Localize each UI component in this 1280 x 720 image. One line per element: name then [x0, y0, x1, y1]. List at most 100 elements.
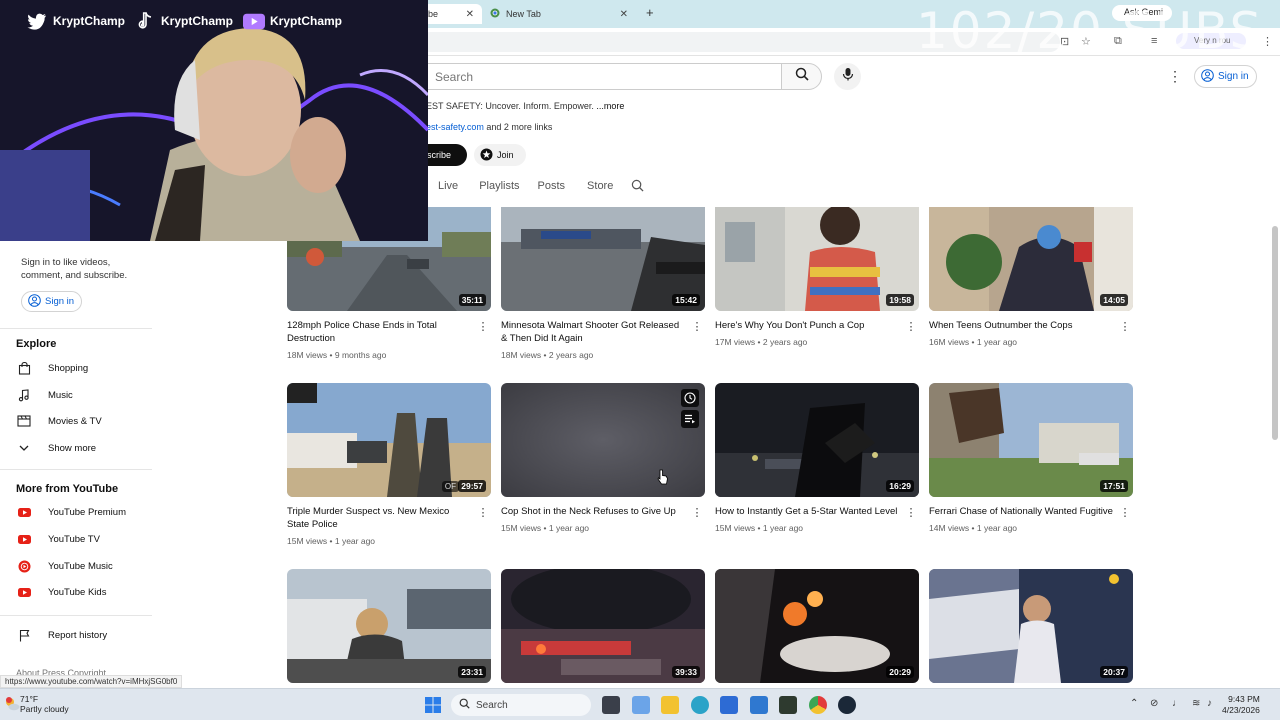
- video-meta: 18M views • 2 years ago: [501, 350, 594, 360]
- video-thumbnail[interactable]: 17:51: [929, 383, 1133, 497]
- sidebar-item-youtube-music[interactable]: YouTube Music: [16, 557, 146, 575]
- add-to-queue-icon[interactable]: [681, 410, 699, 428]
- video-title[interactable]: When Teens Outnumber the Cops: [929, 319, 1114, 332]
- volume-icon[interactable]: ♪: [1207, 698, 1212, 709]
- settings-menu-icon[interactable]: ⋮: [1168, 68, 1182, 85]
- video-thumbnail[interactable]: 20:29: [715, 569, 919, 683]
- search-icon: [459, 698, 470, 712]
- more-link[interactable]: ...more: [596, 101, 624, 111]
- video-thumbnail[interactable]: 23:31: [287, 569, 491, 683]
- channel-search-icon[interactable]: [631, 179, 644, 202]
- chrome-app-icon[interactable]: [809, 696, 827, 714]
- sidebar-item-shopping[interactable]: Shopping: [16, 359, 146, 377]
- video-options-icon[interactable]: ⋮: [477, 506, 489, 519]
- video-options-icon[interactable]: ⋮: [905, 320, 917, 333]
- tab-live[interactable]: Live: [438, 180, 458, 202]
- steam-app-icon[interactable]: [838, 696, 856, 714]
- video-duration: 20:29: [886, 666, 914, 678]
- video-options-icon[interactable]: ⋮: [1119, 320, 1131, 333]
- tray-expand-icon[interactable]: ⌃: [1130, 698, 1138, 709]
- sidebar-item-show-more[interactable]: Show more: [16, 439, 146, 457]
- search-button[interactable]: [781, 63, 822, 90]
- clock[interactable]: 9:43 PM 4/23/2026: [1222, 694, 1260, 716]
- video-thumbnail[interactable]: [501, 383, 705, 497]
- video-card[interactable]: 39:33: [501, 569, 705, 683]
- youtube-music-icon: [16, 559, 32, 573]
- video-thumbnail[interactable]: OF 29:57: [287, 383, 491, 497]
- video-thumbnail[interactable]: 20:37: [929, 569, 1133, 683]
- terminal-app-icon[interactable]: [779, 696, 797, 714]
- search-input[interactable]: Search: [421, 63, 781, 90]
- outlook-app-icon[interactable]: [750, 696, 768, 714]
- new-tab-button[interactable]: +: [646, 5, 654, 20]
- video-card[interactable]: Cop Shot in the Neck Refuses to Give Up …: [501, 383, 705, 533]
- video-thumbnail[interactable]: 39:33: [501, 569, 705, 683]
- close-tab-icon[interactable]: ✕: [466, 9, 474, 20]
- video-options-icon[interactable]: ⋮: [691, 320, 703, 333]
- header-signin-button[interactable]: Sign in: [1194, 65, 1257, 88]
- weather-condition: Partly cloudy: [20, 704, 69, 714]
- join-star-icon: [480, 148, 493, 163]
- webcam-overlay: KryptChamp KryptChamp KryptChamp: [0, 0, 428, 241]
- file-explorer-icon[interactable]: [661, 696, 679, 714]
- video-card[interactable]: 14:05 When Teens Outnumber the Cops ⋮ 16…: [929, 207, 1133, 347]
- video-options-icon[interactable]: ⋮: [1119, 506, 1131, 519]
- video-card[interactable]: 17:51 Ferrari Chase of Nationally Wanted…: [929, 383, 1133, 533]
- video-title[interactable]: 128mph Police Chase Ends in Total Destru…: [287, 319, 472, 345]
- sidebar-item-youtube-premium[interactable]: YouTube Premium: [16, 503, 146, 521]
- sidebar-item-report-history[interactable]: Report history: [16, 626, 146, 644]
- tab-youtube[interactable]: be ✕: [420, 4, 482, 24]
- video-card[interactable]: 16:29 How to Instantly Get a 5-Star Want…: [715, 383, 919, 533]
- watch-later-icon[interactable]: [681, 389, 699, 407]
- video-card[interactable]: 23:31: [287, 569, 491, 683]
- store-app-icon[interactable]: [720, 696, 738, 714]
- video-title[interactable]: Here's Why You Don't Punch a Cop: [715, 319, 900, 332]
- video-thumbnail[interactable]: 14:05: [929, 207, 1133, 311]
- video-title[interactable]: Cop Shot in the Neck Refuses to Give Up: [501, 505, 686, 518]
- tab-store[interactable]: Store: [587, 180, 613, 202]
- chrome-menu-icon[interactable]: ⋮: [1262, 35, 1273, 48]
- voice-search-button[interactable]: [834, 63, 861, 90]
- taskbar-search[interactable]: Search: [451, 694, 591, 716]
- channel-website-link[interactable]: est-safety.com: [426, 122, 484, 132]
- edge-browser-icon[interactable]: [691, 696, 709, 714]
- video-card[interactable]: 19:58 Here's Why You Don't Punch a Cop ⋮…: [715, 207, 919, 347]
- tab-posts[interactable]: Posts: [538, 180, 566, 202]
- tray-mic-icon[interactable]: ♩: [1172, 698, 1182, 709]
- scrollbar-thumb[interactable]: [1272, 226, 1278, 440]
- sidebar-item-youtube-tv[interactable]: YouTube TV: [16, 530, 146, 548]
- more-links-link[interactable]: and 2 more links: [486, 122, 552, 132]
- video-title[interactable]: Ferrari Chase of Nationally Wanted Fugit…: [929, 505, 1114, 518]
- video-duration: 15:42: [672, 294, 700, 306]
- weather-icon: [4, 696, 20, 717]
- sidebar-item-movies-tv[interactable]: Movies & TV: [16, 412, 146, 430]
- windows-start-icon[interactable]: [425, 697, 441, 718]
- wifi-icon[interactable]: ≋: [1192, 698, 1200, 709]
- video-title[interactable]: How to Instantly Get a 5-Star Wanted Lev…: [715, 505, 900, 518]
- close-tab-icon[interactable]: ✕: [620, 9, 628, 20]
- video-title[interactable]: Triple Murder Suspect vs. New Mexico Sta…: [287, 505, 472, 531]
- join-button[interactable]: Join: [474, 144, 526, 166]
- task-view-icon[interactable]: [602, 696, 620, 714]
- video-thumbnail[interactable]: 19:58: [715, 207, 919, 311]
- tab-new-tab[interactable]: New Tab ✕: [484, 4, 636, 24]
- weather-widget[interactable]: 71°F Partly cloudy: [20, 694, 69, 714]
- sidebar-item-youtube-kids[interactable]: YouTube Kids: [16, 583, 146, 601]
- sidebar-item-music[interactable]: Music: [16, 386, 146, 404]
- video-title[interactable]: Minnesota Walmart Shooter Got Released &…: [501, 319, 686, 345]
- video-options-icon[interactable]: ⋮: [477, 320, 489, 333]
- widgets-app-icon[interactable]: [632, 696, 650, 714]
- video-thumbnail[interactable]: 15:42: [501, 207, 705, 311]
- video-card[interactable]: 20:29: [715, 569, 919, 683]
- video-options-icon[interactable]: ⋮: [905, 506, 917, 519]
- tab-playlists[interactable]: Playlists: [479, 180, 519, 202]
- sidebar-signin-button[interactable]: Sign in: [21, 291, 82, 312]
- clock-time: 9:43 PM: [1228, 694, 1260, 704]
- clapperboard-icon: [16, 414, 32, 428]
- video-card[interactable]: 15:42 Minnesota Walmart Shooter Got Rele…: [501, 207, 705, 360]
- tray-network-icon[interactable]: ⊘: [1150, 698, 1158, 709]
- video-card[interactable]: OF 29:57 Triple Murder Suspect vs. New M…: [287, 383, 491, 546]
- video-thumbnail[interactable]: 16:29: [715, 383, 919, 497]
- video-card[interactable]: 20:37: [929, 569, 1133, 683]
- video-options-icon[interactable]: ⋮: [691, 506, 703, 519]
